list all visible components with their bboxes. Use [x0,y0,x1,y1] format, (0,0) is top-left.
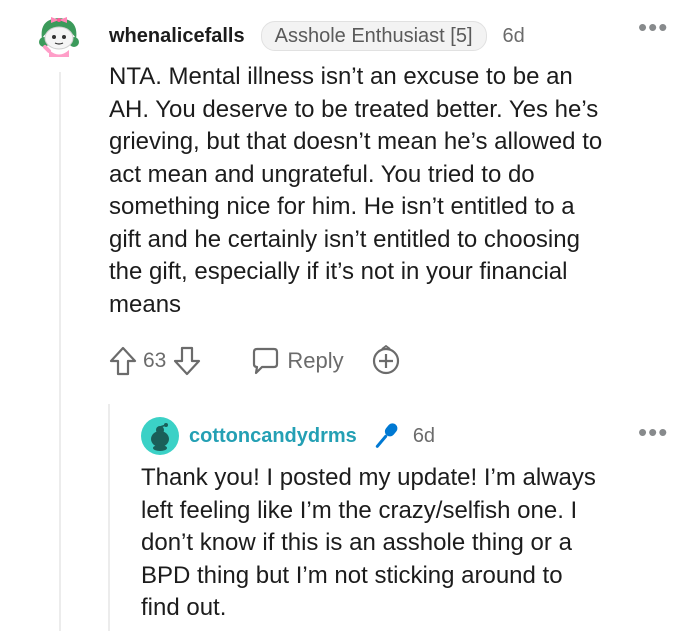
comment-header: cottoncandydrms 6d [189,421,435,451]
more-dots-icon[interactable]: ••• [638,419,668,445]
microphone-icon [375,423,398,448]
timestamp[interactable]: 6d [413,425,435,448]
reply-comment: cottoncandydrms 6d ••• Thank you! I post… [0,0,700,631]
username[interactable]: cottoncandydrms [189,425,357,448]
avatar[interactable] [141,417,179,455]
comment-body: Thank you! I posted my update! I’m alway… [141,464,596,621]
